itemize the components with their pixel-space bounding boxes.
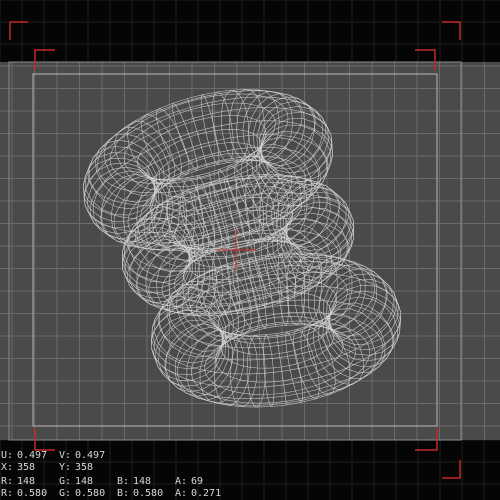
render-viewport[interactable] [0,0,500,500]
grid-panel [0,62,500,440]
